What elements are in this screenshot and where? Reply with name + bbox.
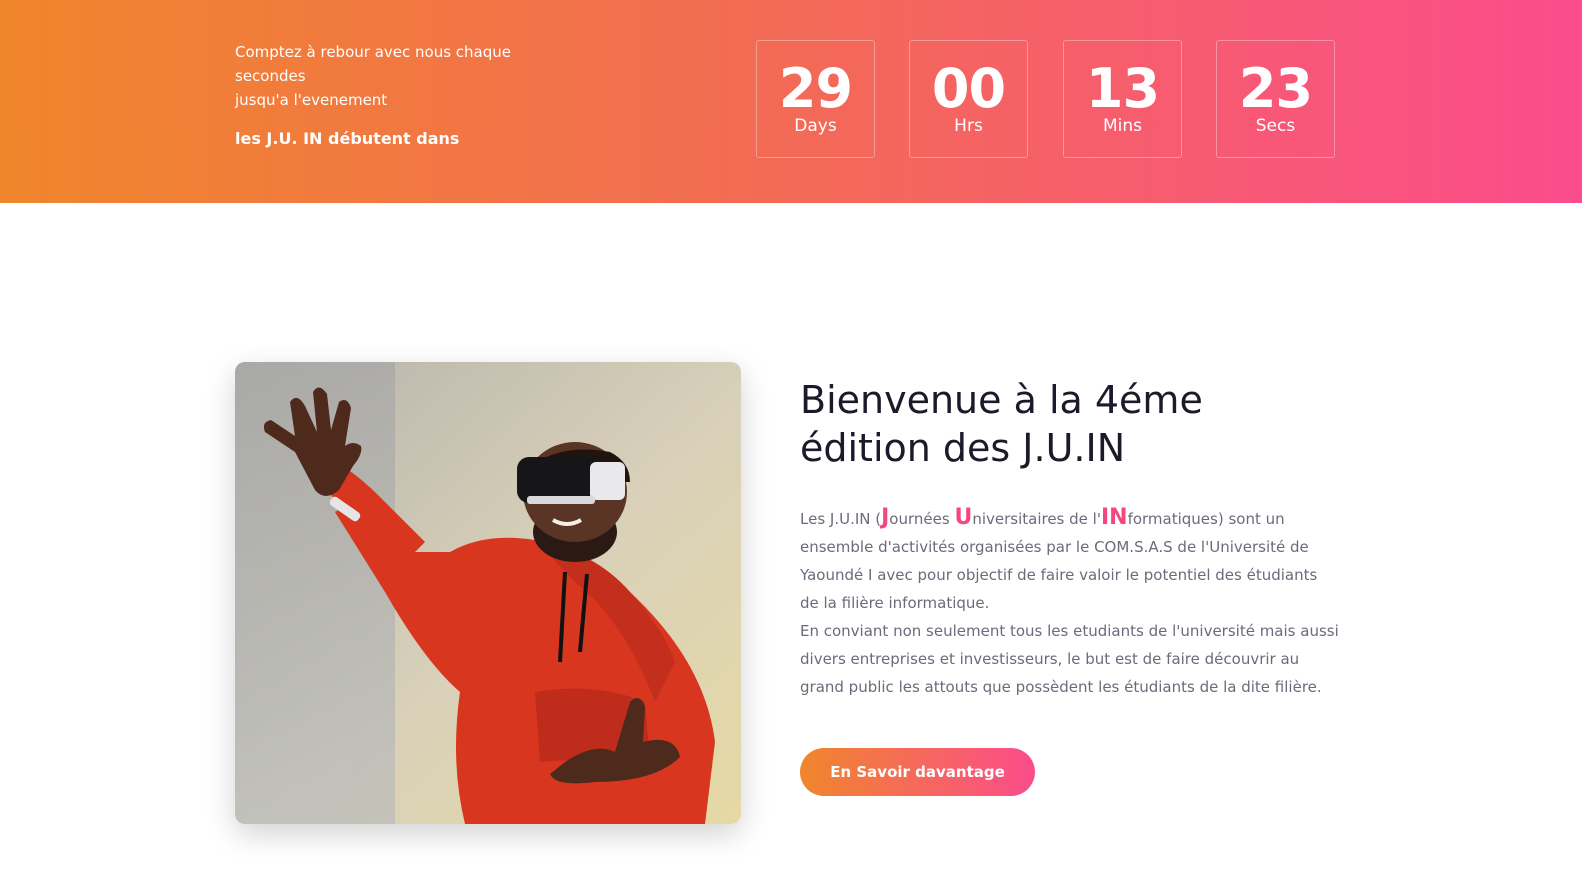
- countdown-unit: Secs: [1255, 116, 1296, 136]
- countdown-hours: 00 Hrs: [909, 40, 1028, 158]
- countdown-minutes: 13 Mins: [1063, 40, 1182, 158]
- vr-photo: [235, 362, 741, 824]
- countdown-intro-line: secondes: [235, 67, 306, 85]
- welcome-title: Bienvenue à la 4éme édition des J.U.IN: [800, 378, 1203, 470]
- welcome-description: Les J.U.IN (Journées Universitaires de l…: [800, 504, 1340, 701]
- countdown-unit: Days: [794, 116, 837, 136]
- countdown-banner: Comptez à rebour avec nous chaque second…: [0, 0, 1582, 203]
- countdown-seconds: 23 Secs: [1216, 40, 1335, 158]
- countdown-intro-line: jusqu'a l'evenement: [235, 91, 388, 109]
- countdown-value: 23: [1238, 57, 1313, 120]
- countdown-intro-line: Comptez à rebour avec nous chaque: [235, 43, 511, 61]
- countdown-unit: Hrs: [954, 116, 983, 136]
- body-text: En conviant non seulement tous les etudi…: [800, 622, 1339, 696]
- countdown-value: 00: [931, 57, 1006, 120]
- countdown-intro: Comptez à rebour avec nous chaque second…: [235, 40, 555, 112]
- learn-more-button[interactable]: En Savoir davantage: [800, 748, 1035, 796]
- countdown-headline: les J.U. IN débutent dans: [235, 129, 460, 148]
- body-text: ournées: [889, 510, 955, 528]
- body-text: niversitaires de l': [972, 510, 1101, 528]
- countdown-value: 29: [778, 57, 853, 120]
- countdown-value: 13: [1085, 57, 1160, 120]
- body-text: Les J.U.IN (: [800, 510, 882, 528]
- countdown-unit: Mins: [1102, 116, 1143, 136]
- accent-letter: U: [954, 505, 973, 530]
- countdown-days: 29 Days: [756, 40, 875, 158]
- accent-letter: IN: [1100, 505, 1128, 530]
